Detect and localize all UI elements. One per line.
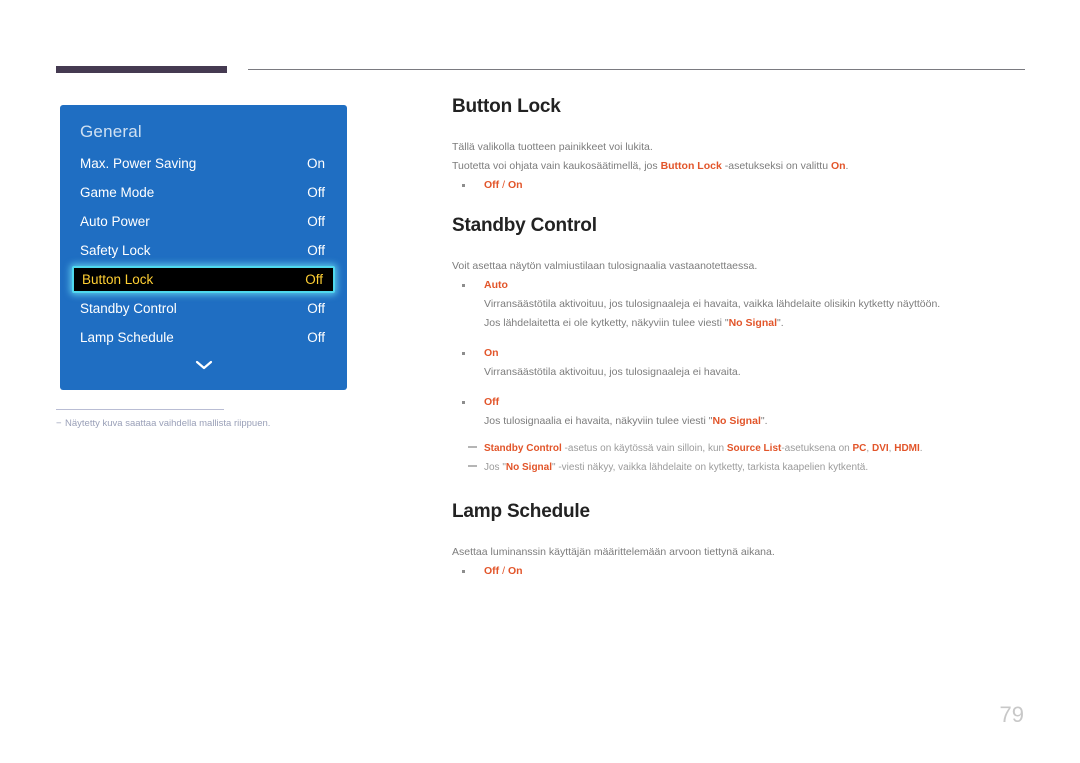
- osd-row-standby-control[interactable]: Standby Control Off: [72, 296, 335, 321]
- emphasis-no-signal: No Signal: [712, 415, 761, 427]
- osd-row-value: Off: [307, 214, 325, 229]
- list-item: On Virransäästötila aktivoituu, jos tulo…: [452, 344, 1026, 382]
- content-column: Button Lock Tällä valikolla tuotteen pai…: [452, 96, 1026, 581]
- lamp-schedule-options-list: Off / On: [452, 562, 1026, 581]
- text-run: Jos lähdelaitetta ei ole kytketty, näkyv…: [484, 317, 729, 329]
- osd-row-value: Off: [307, 185, 325, 200]
- option-off: Off: [484, 396, 500, 408]
- text-run: -asetukseksi on valittu: [721, 160, 831, 172]
- emphasis-source-list: Source List: [726, 443, 782, 454]
- header-accent-rule: [56, 66, 227, 73]
- list-item: Off Jos tulosignaalia ei havaita, näkyvi…: [452, 393, 1026, 431]
- emphasis-no-signal: No Signal: [505, 462, 553, 473]
- section-title-button-lock: Button Lock: [452, 96, 561, 117]
- standby-control-paragraph-1: Voit asettaa näytön valmiustilaan tulosi…: [452, 260, 758, 272]
- option-on: On: [507, 179, 523, 191]
- emphasis-on: On: [830, 160, 846, 172]
- bullet-dot-icon: [462, 401, 465, 404]
- osd-row-label: Auto Power: [80, 214, 150, 229]
- osd-row-game-mode[interactable]: Game Mode Off: [72, 180, 335, 205]
- option-auto-description-line-2: Jos lähdelaitetta ei ole kytketty, näkyv…: [484, 314, 1026, 333]
- footnote-dash-icon: −: [56, 418, 62, 429]
- text-run: Jos ": [484, 462, 506, 473]
- note-dash-icon: [468, 446, 477, 448]
- osd-row-max-power-saving[interactable]: Max. Power Saving On: [72, 151, 335, 176]
- osd-row-value: Off: [307, 301, 325, 316]
- osd-row-value: Off: [307, 330, 325, 345]
- osd-row-value: Off: [305, 272, 323, 287]
- option-on-description: Virransäästötila aktivoituu, jos tulosig…: [484, 366, 741, 378]
- footnote-rule: [56, 409, 224, 410]
- text-run: -asetus on käytössä vain silloin, kun: [561, 443, 727, 454]
- standby-control-notes-list: Standby Control -asetus on käytössä vain…: [452, 439, 1026, 477]
- osd-panel-title: General: [80, 122, 142, 141]
- osd-row-value: Off: [307, 243, 325, 258]
- panel-footnote: − Näytetty kuva saattaa vaihdella mallist…: [56, 418, 386, 429]
- osd-row-lamp-schedule[interactable]: Lamp Schedule Off: [72, 325, 335, 350]
- standby-control-options-list: Auto Virransäästötila aktivoituu, jos tu…: [452, 276, 1026, 431]
- osd-row-button-lock[interactable]: Button Lock Off: [72, 266, 335, 293]
- bullet-dot-icon: [462, 570, 465, 573]
- list-item: Auto Virransäästötila aktivoituu, jos tu…: [452, 276, 1026, 333]
- chevron-down-icon[interactable]: [60, 358, 347, 376]
- option-off: Off: [484, 179, 500, 191]
- list-item: Off / On: [452, 176, 1026, 195]
- note-item: Jos "No Signal" -viesti näkyy, vaikka lä…: [452, 458, 1026, 477]
- header-thin-rule: [248, 69, 1025, 70]
- option-separator: /: [499, 565, 508, 577]
- text-run: Tuotetta voi ohjata vain kaukosäätimellä…: [452, 160, 661, 172]
- page-number: 79: [999, 702, 1024, 727]
- button-lock-options-list: Off / On: [452, 176, 1026, 195]
- option-auto: Auto: [484, 279, 508, 291]
- osd-row-safety-lock[interactable]: Safety Lock Off: [72, 238, 335, 263]
- emphasis-standby-control: Standby Control: [484, 443, 562, 454]
- list-item: Off / On: [452, 562, 1026, 581]
- bullet-dot-icon: [462, 352, 465, 355]
- option-on: On: [484, 347, 499, 359]
- text-run: .: [919, 443, 923, 454]
- text-run: Jos tulosignaalia ei havaita, näkyviin t…: [484, 415, 713, 427]
- emphasis-dvi: DVI: [871, 443, 889, 454]
- osd-row-auto-power[interactable]: Auto Power Off: [72, 209, 335, 234]
- osd-row-label: Game Mode: [80, 185, 155, 200]
- note-item: Standby Control -asetus on käytössä vain…: [452, 439, 1026, 458]
- text-run: -asetuksena on: [781, 443, 853, 454]
- osd-row-label: Button Lock: [82, 272, 154, 287]
- option-off: Off: [484, 565, 500, 577]
- osd-row-label: Standby Control: [80, 301, 177, 316]
- osd-row-value: On: [306, 156, 325, 171]
- text-run: ".: [777, 317, 784, 329]
- text-run: .: [845, 160, 849, 172]
- text-run: " -viesti näkyy, vaikka lähdelaite on ky…: [552, 462, 869, 473]
- osd-row-label: Safety Lock: [80, 243, 151, 258]
- osd-menu-panel: General Max. Power Saving On Game Mode O…: [60, 105, 347, 390]
- bullet-dot-icon: [462, 184, 465, 187]
- emphasis-hdmi: HDMI: [894, 443, 920, 454]
- button-lock-paragraph-2: Tuotetta voi ohjata vain kaukosäätimellä…: [452, 157, 1026, 176]
- note-dash-icon: [468, 465, 477, 467]
- option-on: On: [507, 565, 523, 577]
- bullet-dot-icon: [462, 284, 465, 287]
- option-off-description: Jos tulosignaalia ei havaita, näkyviin t…: [484, 412, 1026, 431]
- footnote-text: Näytetty kuva saattaa vaihdella mallista…: [65, 418, 271, 429]
- button-lock-paragraph-1: Tällä valikolla tuotteen painikkeet voi …: [452, 141, 653, 153]
- lamp-schedule-paragraph-1: Asettaa luminanssin käyttäjän määrittele…: [452, 546, 775, 558]
- emphasis-pc: PC: [852, 443, 867, 454]
- osd-row-label: Max. Power Saving: [80, 156, 197, 171]
- option-separator: /: [499, 179, 508, 191]
- emphasis-no-signal: No Signal: [728, 317, 777, 329]
- option-auto-description-line-1: Virransäästötila aktivoituu, jos tulosig…: [484, 298, 941, 310]
- section-title-standby-control: Standby Control: [452, 215, 597, 236]
- osd-row-label: Lamp Schedule: [80, 330, 174, 345]
- text-run: ".: [760, 415, 768, 427]
- emphasis-button-lock: Button Lock: [660, 160, 722, 172]
- section-title-lamp-schedule: Lamp Schedule: [452, 501, 590, 522]
